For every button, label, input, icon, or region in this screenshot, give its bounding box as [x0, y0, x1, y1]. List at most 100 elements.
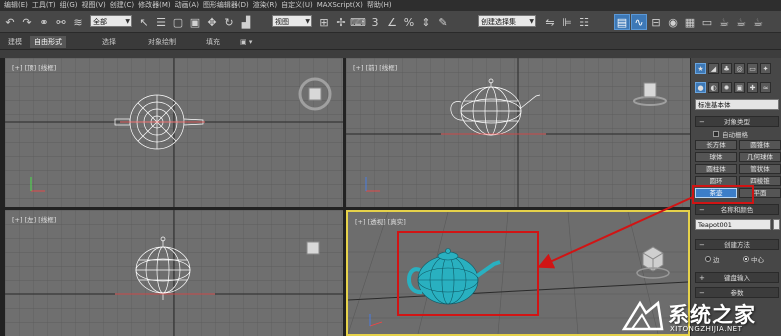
graphite-ribbon-icon[interactable]: ▤ — [614, 14, 630, 30]
reference-coord-dropdown[interactable]: 视图 ▼ — [272, 15, 312, 27]
teapot-button[interactable]: 茶壶 — [695, 188, 737, 198]
menu-help[interactable]: 帮助(H) — [367, 0, 392, 11]
select-scale-icon[interactable]: ▟ — [238, 14, 254, 30]
select-move-icon[interactable]: ✥ — [204, 14, 220, 30]
mirror-icon[interactable]: ⇋ — [542, 14, 558, 30]
watermark-logo — [621, 300, 664, 331]
watermark-en: XITONGZHIJIA.NET — [670, 325, 743, 333]
keyboard-entry-rollout[interactable]: + 键盘输入 — [695, 272, 779, 283]
tab-modeling[interactable]: 建模 — [4, 36, 26, 48]
expand-plus-icon: + — [699, 274, 705, 282]
center-radio[interactable]: 中心 — [743, 254, 764, 264]
rectangular-selection-icon[interactable]: ▢ — [170, 14, 186, 30]
snaps-toggle-icon[interactable]: 3 — [367, 14, 383, 30]
selection-filter-dropdown[interactable]: 全部 ▼ — [90, 15, 132, 27]
edit-named-selection-icon[interactable]: ✎ — [435, 14, 451, 30]
cylinder-button[interactable]: 圆柱体 — [695, 164, 737, 174]
space-warps-icon[interactable]: ≈ — [760, 82, 771, 93]
name-color-title: 名称和颜色 — [720, 206, 754, 214]
select-manipulate-icon[interactable]: ✢ — [333, 14, 349, 30]
menu-rendering[interactable]: 渲染(R) — [253, 0, 277, 11]
utilities-tab-icon[interactable]: ✦ — [760, 63, 771, 74]
creation-method-rollout[interactable]: − 创建方法 — [695, 239, 779, 250]
torus-button[interactable]: 圆环 — [695, 176, 737, 186]
select-rotate-icon[interactable]: ↻ — [221, 14, 237, 30]
menu-maxscript[interactable]: MAXScript(X) — [317, 0, 363, 11]
box-button[interactable]: 长方体 — [695, 140, 737, 150]
autogrid-checkbox[interactable]: 自动栅格 — [713, 129, 748, 139]
left-view-canvas — [5, 210, 343, 336]
redo-icon[interactable]: ↷ — [19, 14, 35, 30]
display-tab-icon[interactable]: ▭ — [747, 63, 758, 74]
viewport-label-top[interactable]: [+] [顶] [线框] — [12, 62, 56, 72]
bind-space-warp-icon[interactable]: ≋ — [70, 14, 86, 30]
object-type-rollout[interactable]: − 对象类型 — [695, 116, 779, 127]
menu-group[interactable]: 组(G) — [60, 0, 78, 11]
lights-icon[interactable]: ✹ — [721, 82, 732, 93]
cameras-icon[interactable]: ▣ — [734, 82, 745, 93]
viewport-front[interactable]: [+] [前] [线框] — [346, 58, 690, 207]
primitive-category-dropdown[interactable]: 标准基本体 — [695, 99, 779, 110]
render-iterative-icon[interactable]: ☕ — [733, 14, 749, 30]
unlink-icon[interactable]: ⚯ — [53, 14, 69, 30]
render-production-icon[interactable]: ☕ — [716, 14, 732, 30]
viewport-area: [+] [顶] [线框] [+] [前] [线框] [+] [左] [线框] [… — [0, 58, 690, 336]
menu-tools[interactable]: 工具(T) — [32, 0, 56, 11]
link-icon[interactable]: ⚭ — [36, 14, 52, 30]
geosphere-button[interactable]: 几何球体 — [739, 152, 781, 162]
geometry-icon[interactable]: ● — [695, 82, 706, 93]
activeshade-icon[interactable]: ☕ — [750, 14, 766, 30]
modify-tab-icon[interactable]: ◢ — [708, 63, 719, 74]
percent-snap-icon[interactable]: % — [401, 14, 417, 30]
hierarchy-tab-icon[interactable]: ♣ — [721, 63, 732, 74]
select-object-icon[interactable]: ↖ — [136, 14, 152, 30]
ribbon-options-icon[interactable]: ▣ ▾ — [236, 36, 256, 48]
menu-views[interactable]: 视图(V) — [82, 0, 106, 11]
tab-object-paint[interactable]: 对象绘制 — [144, 36, 180, 48]
window-crossing-icon[interactable]: ▣ — [187, 14, 203, 30]
sphere-button[interactable]: 球体 — [695, 152, 737, 162]
tube-button[interactable]: 管状体 — [739, 164, 781, 174]
object-color-swatch[interactable] — [773, 219, 780, 230]
schematic-view-icon[interactable]: ⊟ — [648, 14, 664, 30]
menu-create[interactable]: 创建(C) — [110, 0, 134, 11]
tab-selection[interactable]: 选择 — [98, 36, 120, 48]
edge-radio[interactable]: 边 — [705, 254, 720, 264]
viewport-label-left[interactable]: [+] [左] [线框] — [12, 214, 56, 224]
create-tab-icon[interactable]: ★ — [695, 63, 706, 74]
viewport-label-perspective[interactable]: [+] [透视] [真实] — [355, 216, 406, 226]
helpers-icon[interactable]: ✚ — [747, 82, 758, 93]
shapes-icon[interactable]: ◐ — [708, 82, 719, 93]
spinner-snap-icon[interactable]: ⇕ — [418, 14, 434, 30]
tab-freeform[interactable]: 自由形式 — [30, 36, 66, 48]
plane-button[interactable]: 平面 — [739, 188, 781, 198]
pivot-center-icon[interactable]: ⊞ — [316, 14, 332, 30]
viewport-label-front[interactable]: [+] [前] [线框] — [353, 62, 397, 72]
name-color-rollout[interactable]: − 名称和颜色 — [695, 204, 779, 215]
menu-edit[interactable]: 编辑(E) — [4, 0, 28, 11]
rendered-frame-window-icon[interactable]: ▭ — [699, 14, 715, 30]
render-setup-icon[interactable]: ▦ — [682, 14, 698, 30]
menu-modifiers[interactable]: 修改器(M) — [138, 0, 171, 11]
menu-customize[interactable]: 自定义(U) — [281, 0, 313, 11]
curve-editor-icon[interactable]: ∿ — [631, 14, 647, 30]
pyramid-button[interactable]: 四棱锥 — [739, 176, 781, 186]
named-selection-dropdown[interactable]: 创建选择集 ▼ — [478, 15, 536, 27]
select-by-name-icon[interactable]: ☰ — [153, 14, 169, 30]
menu-animation[interactable]: 动画(A) — [175, 0, 199, 11]
reference-coord-value: 视图 — [275, 18, 289, 26]
angle-snap-icon[interactable]: ∠ — [384, 14, 400, 30]
layer-manager-icon[interactable]: ☷ — [576, 14, 592, 30]
keyboard-shortcut-icon[interactable]: ⌨ — [350, 14, 366, 30]
viewport-left[interactable]: [+] [左] [线框] — [5, 210, 343, 336]
object-name-field[interactable]: Teapot001 — [695, 219, 771, 230]
cone-button[interactable]: 圆锥体 — [739, 140, 781, 150]
menu-graph-editors[interactable]: 图形编辑器(D) — [203, 0, 249, 11]
undo-icon[interactable]: ↶ — [2, 14, 18, 30]
align-icon[interactable]: ⊫ — [559, 14, 575, 30]
material-editor-icon[interactable]: ◉ — [665, 14, 681, 30]
menu-bar: 编辑(E) 工具(T) 组(G) 视图(V) 创建(C) 修改器(M) 动画(A… — [0, 0, 781, 11]
tab-populate[interactable]: 填充 — [202, 36, 224, 48]
motion-tab-icon[interactable]: ◎ — [734, 63, 745, 74]
viewport-top[interactable]: [+] [顶] [线框] — [5, 58, 343, 207]
